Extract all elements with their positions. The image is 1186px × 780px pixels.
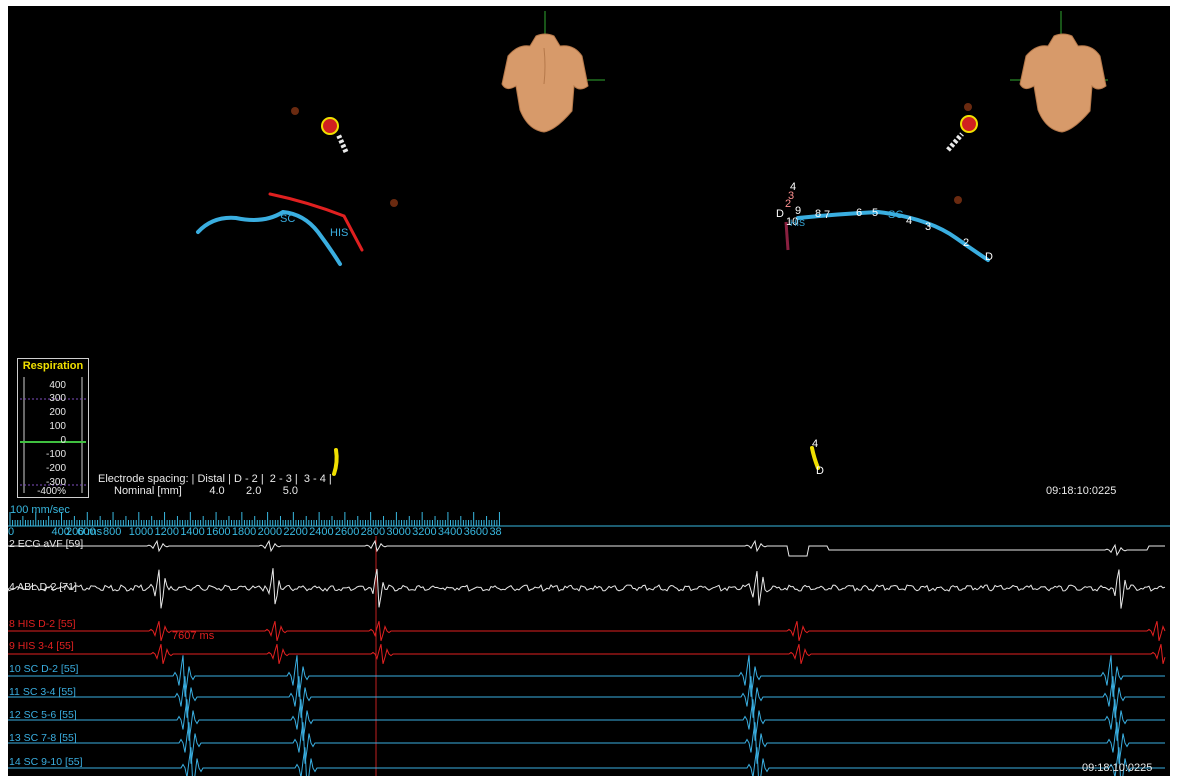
ruler-label: 1600 bbox=[206, 526, 230, 536]
ruler-label: 2200 bbox=[283, 526, 307, 536]
ruler-label: 1000 bbox=[129, 526, 153, 536]
torso-orientation-right[interactable] bbox=[1010, 11, 1108, 133]
probe-label-bottom: D bbox=[816, 465, 824, 477]
trace-channel-2[interactable] bbox=[8, 568, 1166, 609]
cs-electrode-2: 2 bbox=[963, 237, 969, 249]
ruler-label: 38 bbox=[489, 526, 501, 536]
trace-channel-5[interactable] bbox=[8, 655, 1165, 697]
ruler-label: 3200 bbox=[412, 526, 436, 536]
trace-channel-1[interactable] bbox=[8, 539, 1165, 557]
respiration-tick: -200 bbox=[45, 463, 66, 474]
ruler-label: 400 bbox=[52, 526, 70, 536]
cs-catheter-left[interactable] bbox=[196, 209, 342, 266]
ruler-label: 2800 bbox=[361, 526, 385, 536]
channel-label-5[interactable]: 10 SC D-2 [55] bbox=[9, 663, 78, 675]
his-electrode-stack-2: 2 bbox=[785, 198, 791, 210]
timestamp-top: 09:18:10:0225 bbox=[1046, 485, 1117, 497]
cs-electrode-4: 4 bbox=[906, 215, 912, 227]
cs-electrode-5: 5 bbox=[872, 207, 878, 219]
mapping-display: SC HIS 4 3 2 D 10 HIS 9 8 7 6 5 SC 4 3 2 bbox=[8, 6, 1170, 776]
cs-electrode-3: 3 bbox=[925, 221, 931, 233]
cs-electrode-d-distal: D bbox=[985, 251, 993, 263]
electrode-spacing-header: Electrode spacing: | Distal | D - 2 | 2 … bbox=[98, 473, 332, 485]
channel-label-7[interactable]: 12 SC 5-6 [55] bbox=[9, 709, 77, 721]
electrode-spacing-values: Nominal [mm] 4.0 2.0 5.0 bbox=[114, 485, 299, 497]
esophageal-probe-left[interactable] bbox=[332, 448, 339, 476]
respiration-panel[interactable]: Respiration 400 300 200 100 0 -100 -200 … bbox=[17, 358, 89, 498]
trace-channel-6[interactable] bbox=[8, 676, 1165, 718]
cs-electrode-d: D bbox=[776, 208, 784, 220]
ablation-catheter-tip-right[interactable] bbox=[946, 115, 978, 152]
channel-label-1[interactable]: 2 ECG aVF [59] bbox=[9, 538, 83, 550]
cs-electrode-6: 6 bbox=[856, 207, 862, 219]
channel-label-8[interactable]: 13 SC 7-8 [55] bbox=[9, 732, 77, 744]
reference-point bbox=[954, 196, 962, 204]
ruler-label: 3000 bbox=[386, 526, 410, 536]
probe-label-top: 4 bbox=[812, 438, 818, 450]
ruler-label: 1400 bbox=[180, 526, 204, 536]
cs-electrode-8: 8 bbox=[815, 208, 821, 220]
respiration-tick: 200 bbox=[49, 407, 66, 418]
cs-electrode-7: 7 bbox=[824, 209, 830, 221]
trace-channel-9[interactable] bbox=[8, 747, 1165, 776]
channel-label-2[interactable]: 4 ABL D-2 [71] bbox=[9, 581, 77, 593]
ruler-label: 3600 bbox=[464, 526, 488, 536]
channel-label-4[interactable]: 9 HIS 3-4 [55] bbox=[9, 640, 74, 652]
ruler-label: 800 bbox=[103, 526, 121, 536]
time-ruler[interactable]: 0 200 ms400 600 800 1000 1200 1400 1600 1800 2000… bbox=[8, 502, 1170, 536]
reference-point bbox=[964, 103, 972, 111]
ablation-catheter-tip-left[interactable] bbox=[321, 117, 349, 154]
egm-traces[interactable]: 7607 ms bbox=[8, 536, 1170, 776]
screenshot: SC HIS 4 3 2 D 10 HIS 9 8 7 6 5 SC 4 3 2 bbox=[0, 0, 1186, 780]
catheter-3d-views: SC HIS 4 3 2 D 10 HIS 9 8 7 6 5 SC 4 3 2 bbox=[196, 11, 1108, 477]
timestamp-bottom: 09:18:10:0225 bbox=[1082, 762, 1153, 774]
channel-label-9[interactable]: 14 SC 9-10 [55] bbox=[9, 756, 83, 768]
his-label-right: HIS bbox=[790, 218, 805, 228]
his-label-left: HIS bbox=[330, 227, 348, 239]
ruler-label: 600 bbox=[77, 526, 95, 536]
channel-label-3[interactable]: 8 HIS D-2 [55] bbox=[9, 618, 76, 630]
respiration-tick: 300 bbox=[49, 393, 66, 404]
respiration-tick: -400% bbox=[37, 486, 66, 497]
respiration-tick: 0 bbox=[60, 435, 66, 446]
cs-electrode-9: 9 bbox=[795, 205, 801, 217]
ruler-label-0: 0 bbox=[8, 526, 14, 536]
reference-point bbox=[291, 107, 299, 115]
ruler-label: 2400 bbox=[309, 526, 333, 536]
respiration-tick: 100 bbox=[49, 421, 66, 432]
respiration-tick: -100 bbox=[45, 449, 66, 460]
torso-orientation-left[interactable] bbox=[501, 11, 605, 133]
ruler-label: 1200 bbox=[155, 526, 179, 536]
ruler-label: 2600 bbox=[335, 526, 359, 536]
reference-point bbox=[390, 199, 398, 207]
ruler-label: 1800 bbox=[232, 526, 256, 536]
trace-channel-8[interactable] bbox=[8, 722, 1165, 764]
trace-channel-4[interactable] bbox=[8, 644, 1166, 664]
ruler-label: 2000 bbox=[258, 526, 282, 536]
cs-label-left: SC bbox=[280, 213, 295, 225]
respiration-tick: 400 bbox=[49, 380, 66, 391]
interval-measurement: 7607 ms bbox=[172, 630, 215, 642]
ruler-label: 3400 bbox=[438, 526, 462, 536]
cs-label-right: SC bbox=[888, 209, 903, 221]
channel-label-6[interactable]: 11 SC 3-4 [55] bbox=[9, 686, 76, 698]
